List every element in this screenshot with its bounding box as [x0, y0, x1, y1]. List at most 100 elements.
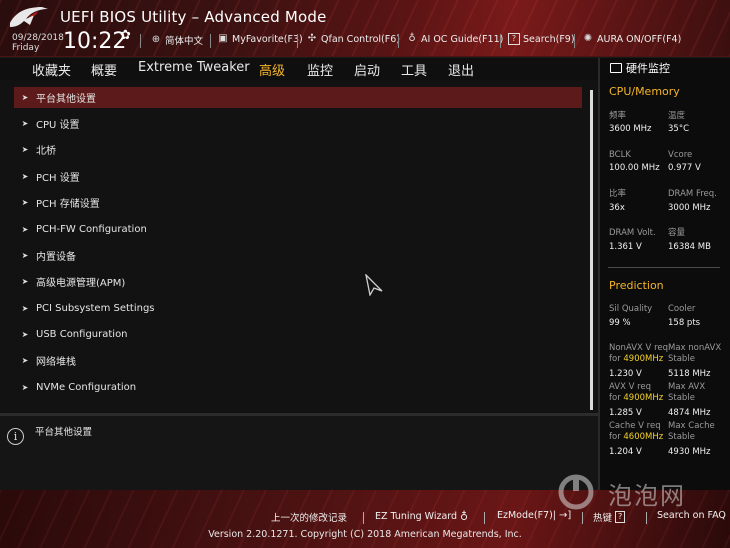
qfan-control-button[interactable]: ✣ Qfan Control(F6) — [306, 33, 400, 45]
cooler-value: 158 pts — [668, 318, 701, 328]
hardware-monitor-panel: 硬件监控 CPU/Memory 频率 温度 3600 MHz 35°C BCLK… — [598, 58, 730, 490]
toolbar-separator — [210, 34, 211, 48]
ez-tuning-wizard-button[interactable]: EZ Tuning Wizard ♁ — [375, 510, 468, 523]
dram-freq-label: DRAM Freq. — [668, 189, 717, 199]
myfavorite-label: MyFavorite(F3) — [232, 33, 303, 45]
prediction-title: Prediction — [609, 279, 664, 292]
menu-item-network-stack[interactable]: ➤ 网络堆栈 — [14, 350, 582, 371]
max-cache-label: Max Cache — [668, 421, 715, 431]
max-avx-value: 4874 MHz — [668, 408, 711, 418]
avx-value: 1.285 V — [609, 408, 642, 418]
watermark-logo: 泡泡网 — [556, 474, 696, 510]
bclk-label: BCLK — [609, 150, 631, 160]
search-label: Search(F9) — [523, 33, 575, 45]
menu-item-label: 北桥 — [36, 146, 56, 157]
avx-freq: 4900MHz — [623, 393, 664, 403]
vcore-value: 0.977 V — [668, 163, 701, 173]
avx-label: AVX V req — [609, 382, 652, 392]
ai-oc-guide-button[interactable]: ♁ AI OC Guide(F11) — [406, 33, 503, 45]
ai-oc-guide-label: AI OC Guide(F11) — [421, 33, 504, 45]
toolbar-separator — [500, 34, 501, 48]
chevron-right-icon: ➤ — [21, 225, 29, 234]
menu-scrollbar[interactable] — [590, 90, 593, 410]
vcore-label: Vcore — [668, 150, 693, 160]
watermark-text: 泡泡网 — [608, 482, 686, 510]
main-nav: 收藏夹 概要 Extreme Tweaker 高级 监控 启动 工具 退出 — [0, 58, 598, 80]
chevron-right-icon: ➤ — [21, 304, 29, 313]
bclk-value: 100.00 MHz — [609, 163, 660, 173]
menu-item-onboard-devices[interactable]: ➤ 内置设备 — [14, 245, 582, 266]
monitor-icon — [610, 63, 622, 73]
datetime-date: 09/28/2018 Friday — [12, 33, 64, 53]
menu-item-apm[interactable]: ➤ 高级电源管理(APM) — [14, 271, 582, 292]
question-icon: ? — [615, 511, 626, 523]
language-button[interactable]: ⊕ 简体中文 — [150, 33, 203, 47]
copyright-text: Version 2.20.1271. Copyright (C) 2018 Am… — [208, 529, 522, 540]
lightbulb-icon: ♁ — [460, 510, 469, 523]
tab-favorites[interactable]: 收藏夹 — [32, 60, 71, 79]
nonavx-value: 1.230 V — [609, 369, 642, 379]
menu-item-pch-storage[interactable]: ➤ PCH 存储设置 — [14, 192, 582, 213]
menu-item-nvme[interactable]: ➤ NVMe Configuration — [14, 377, 582, 398]
toolbar-separator — [140, 34, 141, 48]
tab-monitor[interactable]: 监控 — [307, 60, 333, 79]
info-icon: i — [7, 428, 24, 445]
myfavorite-button[interactable]: ▣ MyFavorite(F3) — [217, 33, 303, 45]
search-faq-button[interactable]: Search on FAQ — [657, 510, 726, 521]
freq-label: 频率 — [609, 111, 627, 121]
ez-tuning-label: EZ Tuning Wizard — [375, 511, 458, 522]
freq-value: 3600 MHz — [609, 124, 652, 134]
chevron-right-icon: ➤ — [21, 330, 29, 339]
tab-main[interactable]: 概要 — [91, 60, 117, 79]
chevron-right-icon: ➤ — [21, 145, 29, 154]
menu-item-cpu[interactable]: ➤ CPU 设置 — [14, 113, 582, 134]
menu-item-platform-misc[interactable]: ➤ 平台其他设置 — [14, 87, 582, 108]
menu-item-label: PCH 设置 — [36, 173, 80, 184]
panel-title-text: 硬件监控 — [626, 62, 670, 75]
temp-label: 温度 — [668, 111, 686, 121]
hotkeys-button[interactable]: 热键 ? — [593, 510, 626, 524]
rog-logo-icon — [10, 7, 48, 27]
header-bar: UEFI BIOS Utility – Advanced Mode 09/28/… — [0, 0, 730, 57]
max-avx-stable: Stable — [668, 393, 695, 403]
globe-icon: ⊕ — [151, 34, 161, 45]
footer-separator — [484, 512, 485, 524]
capacity-label: 容量 — [668, 228, 686, 238]
advanced-menu-list: ➤ 平台其他设置 ➤ CPU 设置 ➤ 北桥 ➤ PCH 设置 ➤ PCH 存储… — [0, 80, 598, 413]
tab-exit[interactable]: 退出 — [448, 60, 474, 79]
max-nonavx-stable: Stable — [668, 354, 695, 364]
aura-icon: ✺ — [583, 33, 593, 44]
hotkeys-label: 热键 — [593, 513, 613, 524]
tab-extreme-tweaker[interactable]: Extreme Tweaker — [138, 60, 250, 75]
search-button[interactable]: ? Search(F9) — [508, 33, 575, 45]
menu-item-pch[interactable]: ➤ PCH 设置 — [14, 166, 582, 187]
last-modified-button[interactable]: 上一次的修改记录 — [271, 510, 347, 524]
menu-item-pci-subsystem[interactable]: ➤ PCI Subsystem Settings — [14, 298, 582, 319]
clock-time: 10:22 — [63, 29, 127, 54]
nonavx-label: NonAVX V req — [609, 343, 669, 353]
tab-boot[interactable]: 启动 — [354, 60, 380, 79]
max-avx-label: Max AVX — [668, 382, 706, 392]
tab-advanced[interactable]: 高级 — [259, 60, 285, 79]
gear-icon[interactable]: ✿ — [120, 28, 131, 43]
sil-quality-value: 99 % — [609, 318, 631, 328]
chevron-right-icon: ➤ — [21, 93, 29, 102]
menu-item-pch-fw[interactable]: ➤ PCH-FW Configuration — [14, 219, 582, 240]
tab-tool[interactable]: 工具 — [401, 60, 427, 79]
footer-separator — [582, 512, 583, 524]
panel-separator — [608, 267, 720, 268]
menu-item-northbridge[interactable]: ➤ 北桥 — [14, 139, 582, 160]
chevron-right-icon: ➤ — [21, 172, 29, 181]
temp-value: 35°C — [668, 124, 690, 134]
cache-freq: 4600MHz — [623, 432, 664, 442]
menu-item-usb[interactable]: ➤ USB Configuration — [14, 324, 582, 345]
ezmode-button[interactable]: EzMode(F7)| →] — [497, 510, 571, 521]
aura-label: AURA ON/OFF(F4) — [597, 33, 682, 45]
dram-volt-label: DRAM Volt. — [609, 228, 656, 238]
cooler-label: Cooler — [668, 304, 696, 314]
qfan-control-label: Qfan Control(F6) — [321, 33, 400, 45]
aura-button[interactable]: ✺ AURA ON/OFF(F4) — [582, 33, 682, 45]
help-info-area: i 平台其他设置 — [0, 416, 598, 490]
toolbar-separator — [398, 34, 399, 48]
ratio-value: 36x — [609, 203, 625, 213]
